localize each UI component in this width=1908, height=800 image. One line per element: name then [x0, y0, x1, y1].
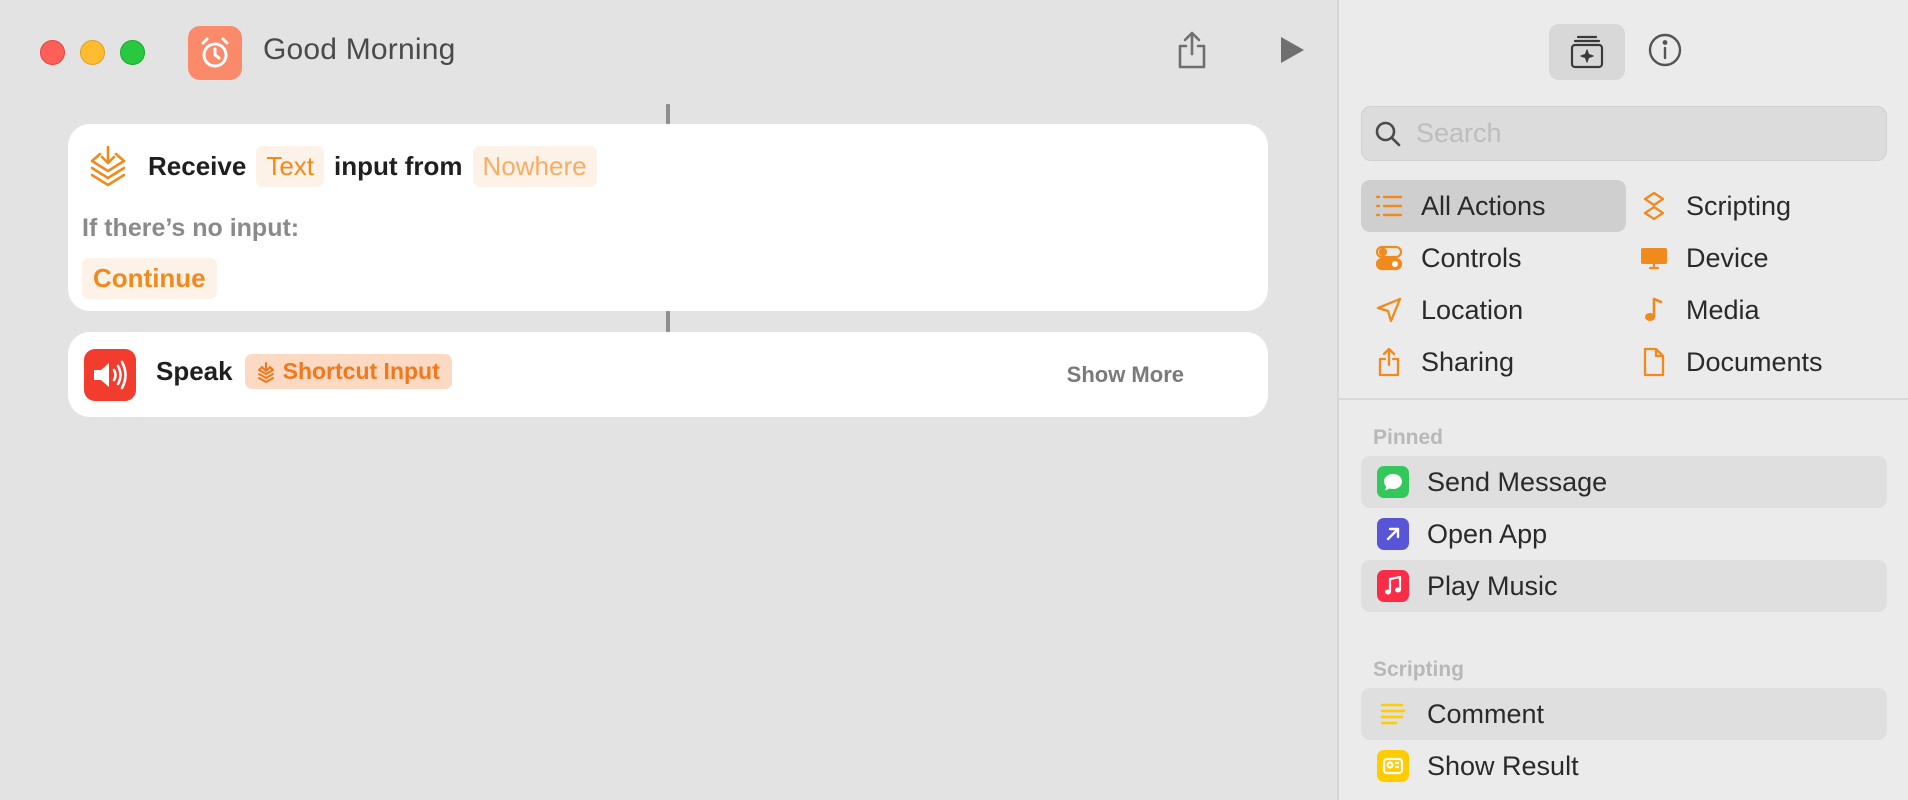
comment-icon [1377, 698, 1409, 730]
input-source-pill[interactable]: Nowhere [472, 146, 597, 187]
scripting-icon [1640, 191, 1668, 221]
input-from-text: input from [334, 151, 463, 181]
category-label: Location [1421, 294, 1524, 325]
category-label: Sharing [1421, 346, 1515, 377]
open-app-icon [1377, 518, 1409, 550]
speaker-icon [84, 349, 136, 401]
play-icon[interactable] [1270, 28, 1314, 72]
display-icon [1640, 244, 1668, 272]
zoom-window-button[interactable] [120, 40, 145, 65]
scripting-comment[interactable]: Comment [1361, 688, 1887, 740]
category-label: Device [1686, 242, 1769, 273]
info-icon[interactable] [1645, 30, 1685, 70]
receive-action-row: Receive Text input from Nowhere [148, 146, 601, 187]
shortcut-title[interactable]: Good Morning [263, 33, 456, 67]
pinned-label: Send Message [1427, 466, 1608, 497]
speak-action-row: Speak Shortcut Input [156, 354, 452, 389]
scripting-action-label: Show Result [1427, 750, 1579, 781]
scripting-section-label: Scripting [1373, 658, 1465, 681]
share-icon [1375, 347, 1403, 377]
list-icon [1375, 192, 1403, 220]
shortcut-input-pill[interactable]: Shortcut Input [244, 354, 452, 389]
pinned-open-app[interactable]: Open App [1361, 508, 1887, 560]
category-label: Controls [1421, 242, 1522, 273]
show-more-button[interactable]: Show More [1067, 362, 1184, 388]
category-label: Scripting [1686, 190, 1792, 221]
music-note-icon [1640, 296, 1668, 324]
category-scripting[interactable]: Scripting [1626, 180, 1891, 232]
search-icon [1375, 121, 1401, 146]
music-icon [1377, 570, 1409, 602]
messages-icon [1377, 466, 1409, 498]
search-field[interactable] [1361, 106, 1887, 161]
document-icon [1640, 347, 1668, 377]
action-library-icon[interactable] [1549, 24, 1625, 80]
receive-icon [88, 144, 128, 195]
share-icon[interactable] [1170, 28, 1214, 72]
shortcut-input-label: Shortcut Input [282, 358, 440, 384]
window-controls [40, 40, 145, 65]
input-type-pill[interactable]: Text [256, 146, 324, 187]
pinned-label: Open App [1427, 518, 1548, 549]
receive-verb: Receive [148, 151, 247, 181]
category-all-actions[interactable]: All Actions [1361, 180, 1626, 232]
category-device[interactable]: Device [1626, 232, 1891, 284]
pinned-section-label: Pinned [1373, 426, 1444, 449]
pinned-send-message[interactable]: Send Message [1361, 456, 1887, 508]
receive-input-action[interactable]: Receive Text input from Nowhere If there… [68, 124, 1268, 311]
pinned-play-music[interactable]: Play Music [1361, 560, 1887, 612]
scripting-action-label: Comment [1427, 698, 1545, 729]
action-library-panel: All Actions Scripting Controls [1337, 0, 1908, 800]
show-result-icon [1377, 750, 1409, 782]
speak-verb: Speak [156, 356, 233, 386]
category-label: All Actions [1421, 190, 1546, 221]
category-location[interactable]: Location [1361, 284, 1626, 336]
category-controls[interactable]: Controls [1361, 232, 1626, 284]
category-sharing[interactable]: Sharing [1361, 336, 1626, 388]
minimize-window-button[interactable] [80, 40, 105, 65]
flow-connector [666, 311, 670, 332]
scripting-show-result[interactable]: Show Result [1361, 740, 1887, 792]
close-window-button[interactable] [40, 40, 65, 65]
no-input-label: If there’s no input: [82, 214, 300, 242]
category-documents[interactable]: Documents [1626, 336, 1891, 388]
shortcut-input-icon [257, 361, 274, 383]
panel-divider [1339, 398, 1908, 400]
category-label: Documents [1686, 346, 1823, 377]
speak-action[interactable]: Speak Shortcut Input Show More [68, 332, 1268, 417]
editor-area: Good Morning Receive Text input from Now… [0, 0, 1337, 800]
pinned-label: Play Music [1427, 570, 1558, 601]
no-input-behavior-pill[interactable]: Continue [82, 258, 217, 299]
search-input[interactable] [1416, 118, 1856, 149]
alarm-clock-icon[interactable] [188, 26, 242, 80]
toggles-icon [1375, 244, 1403, 272]
flow-connector [666, 104, 670, 124]
location-arrow-icon [1375, 296, 1403, 324]
category-label: Media [1686, 294, 1760, 325]
category-media[interactable]: Media [1626, 284, 1891, 336]
